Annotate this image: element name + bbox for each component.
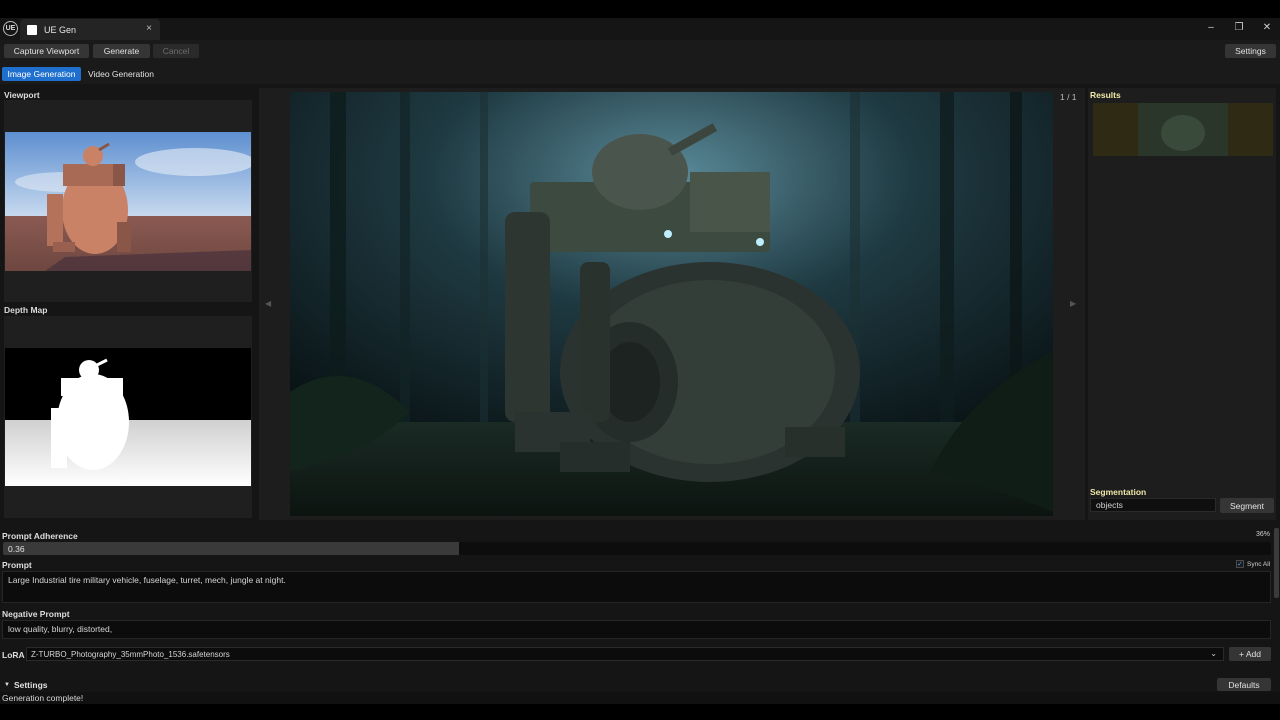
top-strip bbox=[0, 0, 1280, 18]
defaults-button[interactable]: Defaults bbox=[1217, 678, 1271, 691]
depth-map-image bbox=[5, 348, 251, 486]
status-text: Generation complete! bbox=[2, 693, 84, 703]
depth-map-label: Depth Map bbox=[4, 305, 48, 315]
viewport-label: Viewport bbox=[4, 90, 40, 100]
prompt-adherence-label: Prompt Adherence bbox=[2, 531, 78, 541]
triangle-down-icon: ▼ bbox=[4, 682, 10, 688]
negative-prompt-input[interactable]: low quality, blurry, distorted, bbox=[2, 620, 1271, 639]
viewport-image bbox=[5, 132, 251, 271]
previous-image-icon[interactable]: ◀ bbox=[265, 299, 271, 308]
segment-button[interactable]: Segment bbox=[1220, 498, 1274, 513]
prompt-input[interactable]: Large Industrial tire military vehicle, … bbox=[2, 571, 1271, 603]
next-image-icon[interactable]: ▶ bbox=[1070, 299, 1076, 308]
add-lora-button[interactable]: + Add bbox=[1229, 647, 1271, 661]
lora-label: LoRA bbox=[2, 650, 25, 660]
settings-section-toggle[interactable]: ▼ Settings bbox=[4, 680, 47, 690]
cancel-button[interactable]: Cancel bbox=[153, 44, 199, 58]
prompt-adherence-fill bbox=[3, 542, 460, 555]
image-counter: 1 / 1 bbox=[1060, 92, 1077, 102]
scrollbar[interactable] bbox=[1274, 528, 1279, 598]
negative-prompt-label: Negative Prompt bbox=[2, 609, 70, 619]
prompt-adherence-percent: 36% bbox=[1255, 531, 1270, 538]
segmentation-label: Segmentation bbox=[1090, 487, 1147, 497]
chevron-down-icon: ⌄ bbox=[1210, 649, 1217, 658]
minimize-icon[interactable]: – bbox=[1198, 19, 1224, 35]
prompt-adherence-value: 0.36 bbox=[8, 544, 25, 554]
generated-image bbox=[290, 92, 1053, 516]
bottom-strip bbox=[0, 704, 1280, 720]
capture-viewport-button[interactable]: Capture Viewport bbox=[4, 44, 89, 58]
sync-all-label: Sync All bbox=[1247, 560, 1271, 568]
lora-dropdown[interactable]: Z-TURBO_Photography_35mmPhoto_1536.safet… bbox=[26, 647, 1224, 661]
status-bar bbox=[0, 692, 1280, 704]
tab-close-icon[interactable]: × bbox=[146, 24, 152, 34]
settings-button[interactable]: Settings bbox=[1225, 44, 1276, 58]
segmentation-input[interactable]: objects bbox=[1090, 498, 1216, 512]
result-thumbnail[interactable] bbox=[1093, 103, 1273, 156]
tab-image-generation[interactable]: Image Generation bbox=[2, 67, 81, 81]
window-close-icon[interactable]: ✕ bbox=[1254, 19, 1280, 35]
unreal-logo-icon: UE bbox=[3, 21, 18, 36]
generate-button[interactable]: Generate bbox=[93, 44, 150, 58]
settings-section-label: Settings bbox=[13, 680, 48, 690]
checkmark-icon: ✓ bbox=[1236, 560, 1244, 568]
document-tab-title: UE Gen bbox=[44, 24, 77, 35]
mode-tabs-bar bbox=[0, 64, 1280, 84]
tab-video-generation[interactable]: Video Generation bbox=[83, 67, 159, 81]
maximize-icon[interactable]: ❐ bbox=[1226, 19, 1252, 35]
lora-value: Z-TURBO_Photography_35mmPhoto_1536.safet… bbox=[31, 649, 230, 659]
sync-all-checkbox[interactable]: ✓ Sync All bbox=[1236, 560, 1270, 568]
title-bar bbox=[0, 18, 1280, 40]
results-label: Results bbox=[1090, 90, 1121, 100]
prompt-label: Prompt bbox=[2, 560, 32, 570]
result-thumbnail-image bbox=[1093, 103, 1273, 156]
document-tab[interactable]: UE Gen × bbox=[20, 19, 160, 40]
document-icon bbox=[27, 24, 37, 35]
prompt-adherence-slider[interactable]: 0.36 bbox=[3, 542, 1271, 555]
